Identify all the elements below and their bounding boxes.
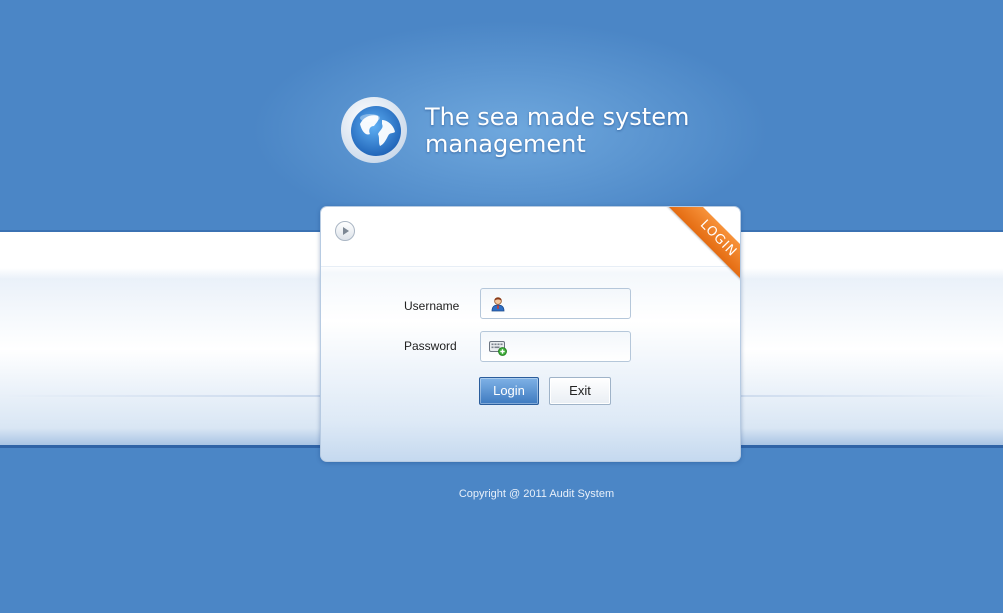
copyright-text: Copyright @ 2011 Audit System — [458, 488, 615, 500]
login-ribbon-label: LOGIN — [667, 207, 740, 285]
password-input[interactable] — [511, 332, 630, 363]
login-button[interactable]: Login — [479, 377, 539, 405]
title-line-1: The sea made system — [425, 103, 690, 131]
username-input[interactable] — [511, 289, 630, 320]
globe-icon — [340, 96, 408, 164]
username-label: Username — [404, 299, 460, 313]
play-icon[interactable] — [335, 221, 355, 241]
username-field-box — [480, 288, 631, 320]
user-icon — [491, 297, 505, 312]
exit-button[interactable]: Exit — [549, 377, 611, 405]
page-title: The sea made system management — [425, 104, 689, 158]
password-label: Password — [404, 339, 457, 353]
title-line-2: management — [425, 130, 586, 158]
password-field-box — [480, 331, 631, 363]
keyboard-icon — [489, 341, 507, 356]
login-ribbon: LOGIN — [662, 207, 740, 285]
login-panel: LOGIN Username Password Login Exit — [320, 206, 741, 462]
